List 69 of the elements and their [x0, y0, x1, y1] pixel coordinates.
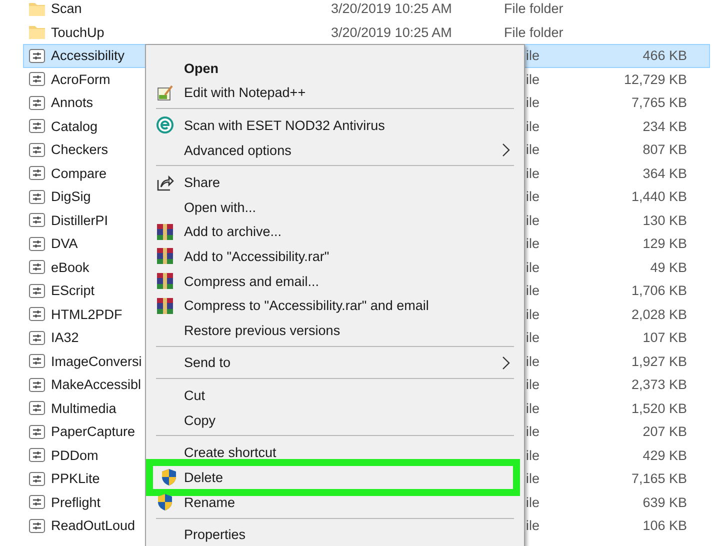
- file-size: 107 KB: [642, 330, 687, 346]
- file-size: 2,028 KB: [631, 306, 687, 322]
- file-name: PDDom: [51, 448, 98, 463]
- file-size: 2,373 KB: [631, 377, 687, 392]
- file-type: ile: [526, 354, 540, 369]
- file-name: ImageConversi: [51, 354, 142, 369]
- file-size: 234 KB: [642, 118, 687, 134]
- file-name: PaperCapture: [51, 424, 136, 440]
- file-type: File folder: [504, 24, 564, 40]
- file-type: ile: [526, 377, 540, 392]
- file-size: 1,706 KB: [631, 283, 687, 298]
- file-name: HTML2PDF: [51, 306, 122, 322]
- file-size: 7,765 KB: [631, 95, 687, 110]
- file-size: 364 KB: [642, 166, 687, 181]
- file-type: ile: [526, 260, 540, 275]
- file-size: 130 KB: [642, 212, 687, 228]
- file-size: 429 KB: [642, 448, 687, 463]
- file-size: 106 KB: [642, 518, 687, 534]
- file-date: 3/20/2019 10:25 AM: [331, 24, 452, 40]
- file-name: EScript: [51, 283, 95, 298]
- file-type: ile: [526, 448, 540, 463]
- file-type: ile: [526, 189, 540, 204]
- file-size: 639 KB: [642, 494, 687, 510]
- file-type: ile: [526, 306, 540, 322]
- file-size: 807 KB: [642, 142, 687, 158]
- file-name: Preflight: [51, 494, 101, 510]
- file-type: ile: [526, 95, 540, 110]
- file-size: 207 KB: [642, 424, 687, 440]
- file-size: 466 KB: [642, 48, 687, 64]
- file-type: ile: [526, 118, 540, 134]
- file-type: File folder: [504, 1, 564, 16]
- file-type: ile: [526, 424, 540, 440]
- file-type: ile: [526, 142, 540, 158]
- file-type: ile: [526, 166, 540, 181]
- file-type: ile: [526, 330, 540, 346]
- file-type: ile: [526, 494, 540, 510]
- file-name: PPKLite: [51, 471, 100, 486]
- file-date: 3/20/2019 10:25 AM: [331, 1, 452, 16]
- file-name: Multimedia: [51, 400, 116, 416]
- file-name: Scan: [51, 1, 82, 16]
- file-size: 49 KB: [650, 260, 687, 275]
- file-size: 1,440 KB: [631, 189, 687, 204]
- file-name: DVA: [51, 236, 78, 252]
- file-type: ile: [526, 48, 540, 64]
- file-type: ile: [526, 212, 540, 228]
- file-size: 1,520 KB: [631, 400, 687, 416]
- file-name: Checkers: [51, 142, 108, 158]
- file-size: 1,927 KB: [631, 354, 687, 369]
- file-name: ReadOutLoud: [51, 518, 136, 534]
- file-name: AcroForm: [51, 72, 110, 87]
- file-name: Catalog: [51, 118, 98, 134]
- file-name: IA32: [51, 330, 79, 346]
- file-name: eBook: [51, 260, 90, 275]
- file-name: DigSig: [51, 189, 91, 204]
- file-size: 12,729 KB: [624, 72, 687, 87]
- file-name: MakeAccessibl: [51, 377, 142, 392]
- file-name: Accessibility: [51, 48, 125, 64]
- file-name: DistillerPI: [51, 212, 108, 228]
- file-size: 129 KB: [642, 236, 687, 252]
- file-type: ile: [526, 518, 540, 534]
- file-size: 7,165 KB: [631, 471, 687, 486]
- file-name: TouchUp: [51, 24, 104, 40]
- file-type: ile: [526, 283, 540, 298]
- file-name: Annots: [51, 95, 94, 110]
- file-type: ile: [526, 72, 540, 87]
- file-type: ile: [526, 471, 540, 486]
- file-type: ile: [526, 236, 540, 252]
- file-type: ile: [526, 400, 540, 416]
- file-name: Compare: [51, 166, 107, 181]
